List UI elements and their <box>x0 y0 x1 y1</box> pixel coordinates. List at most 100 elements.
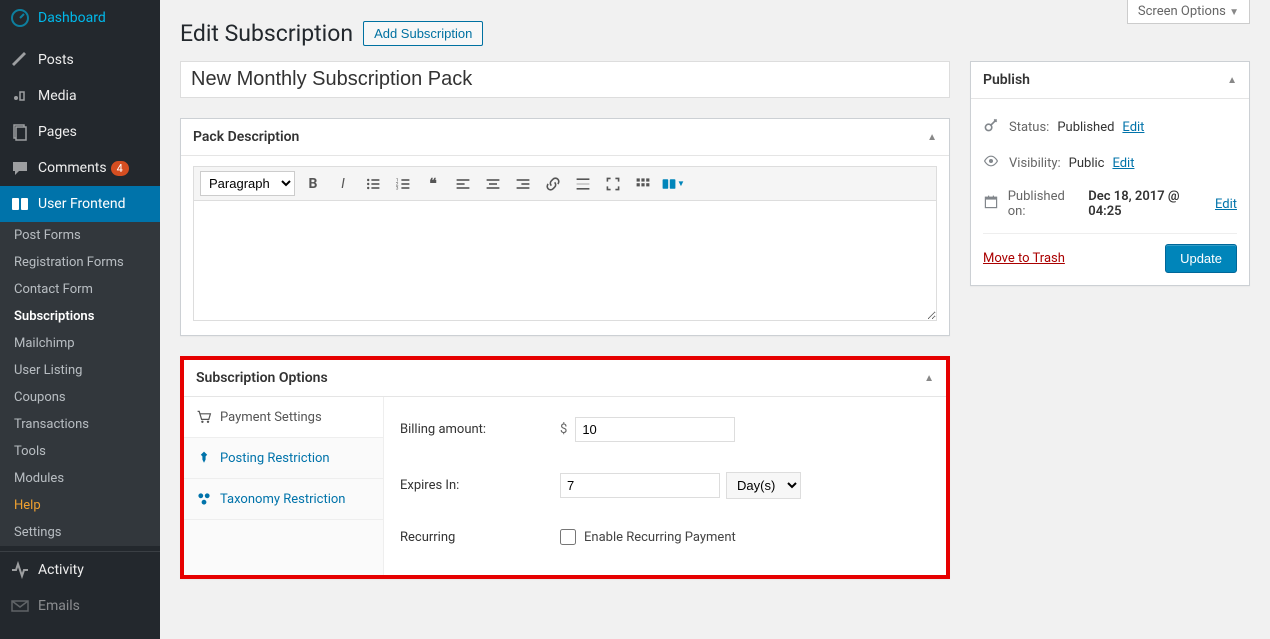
calendar-icon <box>983 194 1000 214</box>
status-label: Status: <box>1009 120 1049 135</box>
pack-description-header[interactable]: Pack Description ▲ <box>181 119 949 156</box>
pack-description-box: Pack Description ▲ Paragraph B I 123 ❝ <box>180 118 950 336</box>
link-button[interactable] <box>541 172 565 196</box>
visibility-label: Visibility: <box>1009 156 1061 171</box>
screen-options-button[interactable]: Screen Options <box>1127 0 1250 24</box>
admin-sidebar: Dashboard Posts Media Pages Comments 4 U… <box>0 0 160 639</box>
editor-textarea[interactable] <box>193 201 937 321</box>
expires-in-label: Expires In: <box>400 478 560 493</box>
submenu-coupons[interactable]: Coupons <box>0 384 160 411</box>
collapse-icon: ▲ <box>1227 75 1237 86</box>
sidebar-item-label: Emails <box>38 598 80 614</box>
comments-badge: 4 <box>111 161 129 176</box>
sidebar-item-emails[interactable]: Emails <box>0 588 160 624</box>
sidebar-item-posts[interactable]: Posts <box>0 42 160 78</box>
sidebar-item-label: Pages <box>38 124 77 140</box>
toolbar-toggle-button[interactable] <box>631 172 655 196</box>
media-icon <box>10 86 30 106</box>
taxonomy-icon <box>196 491 212 507</box>
svg-text:3: 3 <box>396 185 399 191</box>
sidebar-item-label: Media <box>38 88 77 104</box>
expires-in-input[interactable] <box>560 473 720 498</box>
status-value: Published <box>1057 120 1114 135</box>
edit-visibility-link[interactable]: Edit <box>1112 156 1134 171</box>
edit-date-link[interactable]: Edit <box>1215 197 1237 212</box>
wpuf-button[interactable]: ▼ <box>661 172 685 196</box>
update-button[interactable]: Update <box>1165 244 1237 273</box>
submenu-tools[interactable]: Tools <box>0 438 160 465</box>
sidebar-item-user-frontend[interactable]: User Frontend <box>0 186 160 222</box>
add-subscription-button[interactable]: Add Subscription <box>363 21 483 46</box>
billing-amount-label: Billing amount: <box>400 422 560 437</box>
tab-label: Taxonomy Restriction <box>220 492 345 507</box>
activity-icon <box>10 560 30 580</box>
sidebar-item-media[interactable]: Media <box>0 78 160 114</box>
submenu-user-listing[interactable]: User Listing <box>0 357 160 384</box>
tab-label: Payment Settings <box>220 410 322 425</box>
subscription-options-box: Subscription Options ▲ Payment Settings … <box>180 356 950 579</box>
submenu-subscriptions[interactable]: Subscriptions <box>0 303 160 330</box>
published-on-label: Published on: <box>1008 189 1081 219</box>
main-content: Screen Options Edit Subscription Add Sub… <box>160 0 1270 639</box>
billing-amount-input[interactable] <box>575 417 735 442</box>
align-left-button[interactable] <box>451 172 475 196</box>
blockquote-button[interactable]: ❝ <box>421 172 445 196</box>
edit-status-link[interactable]: Edit <box>1122 120 1144 135</box>
fullscreen-button[interactable] <box>601 172 625 196</box>
readmore-button[interactable] <box>571 172 595 196</box>
numbered-list-button[interactable]: 123 <box>391 172 415 196</box>
subscription-options-title: Subscription Options <box>196 370 328 386</box>
sidebar-item-label: Comments <box>38 160 107 176</box>
submenu-mailchimp[interactable]: Mailchimp <box>0 330 160 357</box>
frontend-icon <box>10 194 30 214</box>
sidebar-item-pages[interactable]: Pages <box>0 114 160 150</box>
submenu-contact-form[interactable]: Contact Form <box>0 276 160 303</box>
tab-payment-settings[interactable]: Payment Settings <box>184 397 383 438</box>
title-input[interactable] <box>180 61 950 98</box>
emails-icon <box>10 596 30 616</box>
subscription-tabs: Payment Settings Posting Restriction Tax… <box>184 397 384 575</box>
tab-label: Posting Restriction <box>220 451 330 466</box>
pin-icon <box>10 50 30 70</box>
visibility-icon <box>983 153 1001 173</box>
dashboard-icon <box>10 8 30 28</box>
expires-unit-select[interactable]: Day(s) <box>726 472 801 499</box>
sidebar-item-activity[interactable]: Activity <box>0 552 160 588</box>
publish-box: Publish ▲ Status: Published Edit Visibil… <box>970 61 1250 286</box>
subscription-options-header[interactable]: Subscription Options ▲ <box>184 360 946 397</box>
align-center-button[interactable] <box>481 172 505 196</box>
submenu-settings[interactable]: Settings <box>0 519 160 546</box>
page-title: Edit Subscription <box>180 20 353 47</box>
submenu-modules[interactable]: Modules <box>0 465 160 492</box>
pack-description-title: Pack Description <box>193 129 299 145</box>
submenu-registration-forms[interactable]: Registration Forms <box>0 249 160 276</box>
submenu-post-forms[interactable]: Post Forms <box>0 222 160 249</box>
bullet-list-button[interactable] <box>361 172 385 196</box>
publish-header[interactable]: Publish ▲ <box>971 62 1249 99</box>
currency-symbol: $ <box>560 422 567 437</box>
move-to-trash-link[interactable]: Move to Trash <box>983 251 1065 266</box>
sidebar-item-dashboard[interactable]: Dashboard <box>0 0 160 36</box>
recurring-checkbox[interactable] <box>560 529 576 545</box>
submenu-transactions[interactable]: Transactions <box>0 411 160 438</box>
cart-icon <box>196 409 212 425</box>
tab-taxonomy-restriction[interactable]: Taxonomy Restriction <box>184 479 383 520</box>
sidebar-item-comments[interactable]: Comments 4 <box>0 150 160 186</box>
italic-button[interactable]: I <box>331 172 355 196</box>
subscription-content: Billing amount: $ Expires In: <box>384 397 946 575</box>
align-right-button[interactable] <box>511 172 535 196</box>
submenu-help[interactable]: Help <box>0 492 160 519</box>
submenu: Post Forms Registration Forms Contact Fo… <box>0 222 160 546</box>
tab-posting-restriction[interactable]: Posting Restriction <box>184 438 383 479</box>
pin-icon <box>196 450 212 466</box>
collapse-icon: ▲ <box>927 132 937 143</box>
paragraph-select[interactable]: Paragraph <box>200 171 295 196</box>
collapse-icon: ▲ <box>924 373 934 384</box>
bold-button[interactable]: B <box>301 172 325 196</box>
recurring-checkbox-label: Enable Recurring Payment <box>584 530 736 545</box>
key-icon <box>983 117 1001 137</box>
comments-icon <box>10 158 30 178</box>
recurring-label: Recurring <box>400 530 560 545</box>
sidebar-item-label: Posts <box>38 52 74 68</box>
pages-icon <box>10 122 30 142</box>
